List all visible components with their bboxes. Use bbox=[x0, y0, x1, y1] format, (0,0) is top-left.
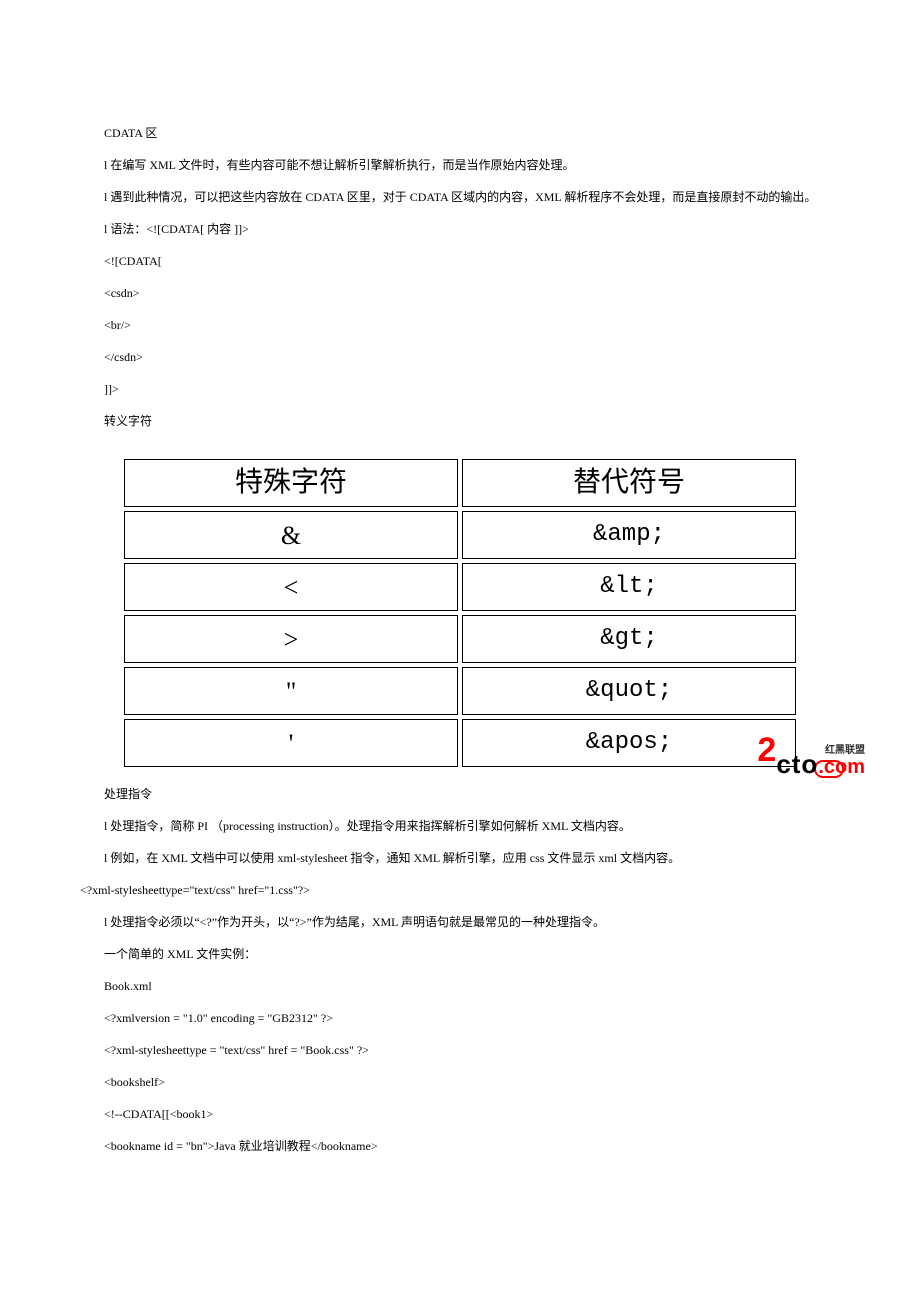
code-line: </csdn> bbox=[80, 348, 840, 366]
section3-p2: l 例如，在 XML 文档中可以使用 xml-stylesheet 指令，通知 … bbox=[80, 849, 840, 867]
section3-p3: l 处理指令必须以“<?”作为开头，以“?>”作为结尾，XML 声明语句就是最常… bbox=[80, 913, 840, 931]
escape-table-wrap: 特殊字符 替代符号 & &amp; < &lt; > &gt; " &quot;… bbox=[80, 455, 840, 771]
watermark-com: .com bbox=[818, 756, 865, 778]
code-line: <?xmlversion = "1.0" encoding = "GB2312"… bbox=[80, 1009, 840, 1027]
cell-special: > bbox=[124, 615, 458, 663]
code-line: <csdn> bbox=[80, 284, 840, 302]
cell-special: < bbox=[124, 563, 458, 611]
escape-table: 特殊字符 替代符号 & &amp; < &lt; > &gt; " &quot;… bbox=[120, 455, 800, 771]
cell-replace: &lt; bbox=[462, 563, 796, 611]
section3-p4: 一个简单的 XML 文件实例： bbox=[80, 945, 840, 963]
cell-replace: &gt; bbox=[462, 615, 796, 663]
cell-replace: &amp; bbox=[462, 511, 796, 559]
code-line: <bookname id = "bn">Java 就业培训教程</booknam… bbox=[80, 1137, 840, 1155]
code-line: <!--CDATA[[<book1> bbox=[80, 1105, 840, 1123]
code-line: <?xml-stylesheettype = "text/css" href =… bbox=[80, 1041, 840, 1059]
section2-title: 转义字符 bbox=[80, 412, 840, 430]
cell-replace: &apos; bbox=[462, 719, 796, 767]
col-replacement: 替代符号 bbox=[462, 459, 796, 507]
table-row: ' &apos; bbox=[124, 719, 796, 767]
cell-special: ' bbox=[124, 719, 458, 767]
cell-replace: &quot; bbox=[462, 667, 796, 715]
cell-special: & bbox=[124, 511, 458, 559]
col-special-char: 特殊字符 bbox=[124, 459, 458, 507]
cell-special: " bbox=[124, 667, 458, 715]
table-header-row: 特殊字符 替代符号 bbox=[124, 459, 796, 507]
table-row: " &quot; bbox=[124, 667, 796, 715]
document-page: CDATA 区 l 在编写 XML 文件时，有些内容可能不想让解析引擎解析执行，… bbox=[0, 0, 920, 1209]
code-line: <![CDATA[ bbox=[80, 252, 840, 270]
section1-p1: l 在编写 XML 文件时，有些内容可能不想让解析引擎解析执行，而是当作原始内容… bbox=[80, 156, 840, 174]
section3-p2b: <?xml-stylesheettype="text/css" href="1.… bbox=[80, 881, 840, 899]
watermark-2cto: 2 红黑联盟 cto.com bbox=[757, 725, 865, 776]
code-line: <bookshelf> bbox=[80, 1073, 840, 1091]
code-line: ]]> bbox=[80, 380, 840, 398]
section3-title: 处理指令 bbox=[80, 785, 840, 803]
table-row: < &lt; bbox=[124, 563, 796, 611]
section3-p1: l 处理指令，简称 PI （processing instruction）。处理… bbox=[80, 817, 840, 835]
section1-title: CDATA 区 bbox=[80, 124, 840, 142]
table-row: > &gt; bbox=[124, 615, 796, 663]
watermark-cto: cto bbox=[776, 749, 818, 779]
section1-p3: l 语法：<![CDATA[ 内容 ]]> bbox=[80, 220, 840, 238]
code-line: <br/> bbox=[80, 316, 840, 334]
section3-p5: Book.xml bbox=[80, 977, 840, 995]
section1-p2: l 遇到此种情况，可以把这些内容放在 CDATA 区里，对于 CDATA 区域内… bbox=[80, 188, 840, 206]
table-row: & &amp; bbox=[124, 511, 796, 559]
watermark-2: 2 bbox=[757, 725, 776, 776]
